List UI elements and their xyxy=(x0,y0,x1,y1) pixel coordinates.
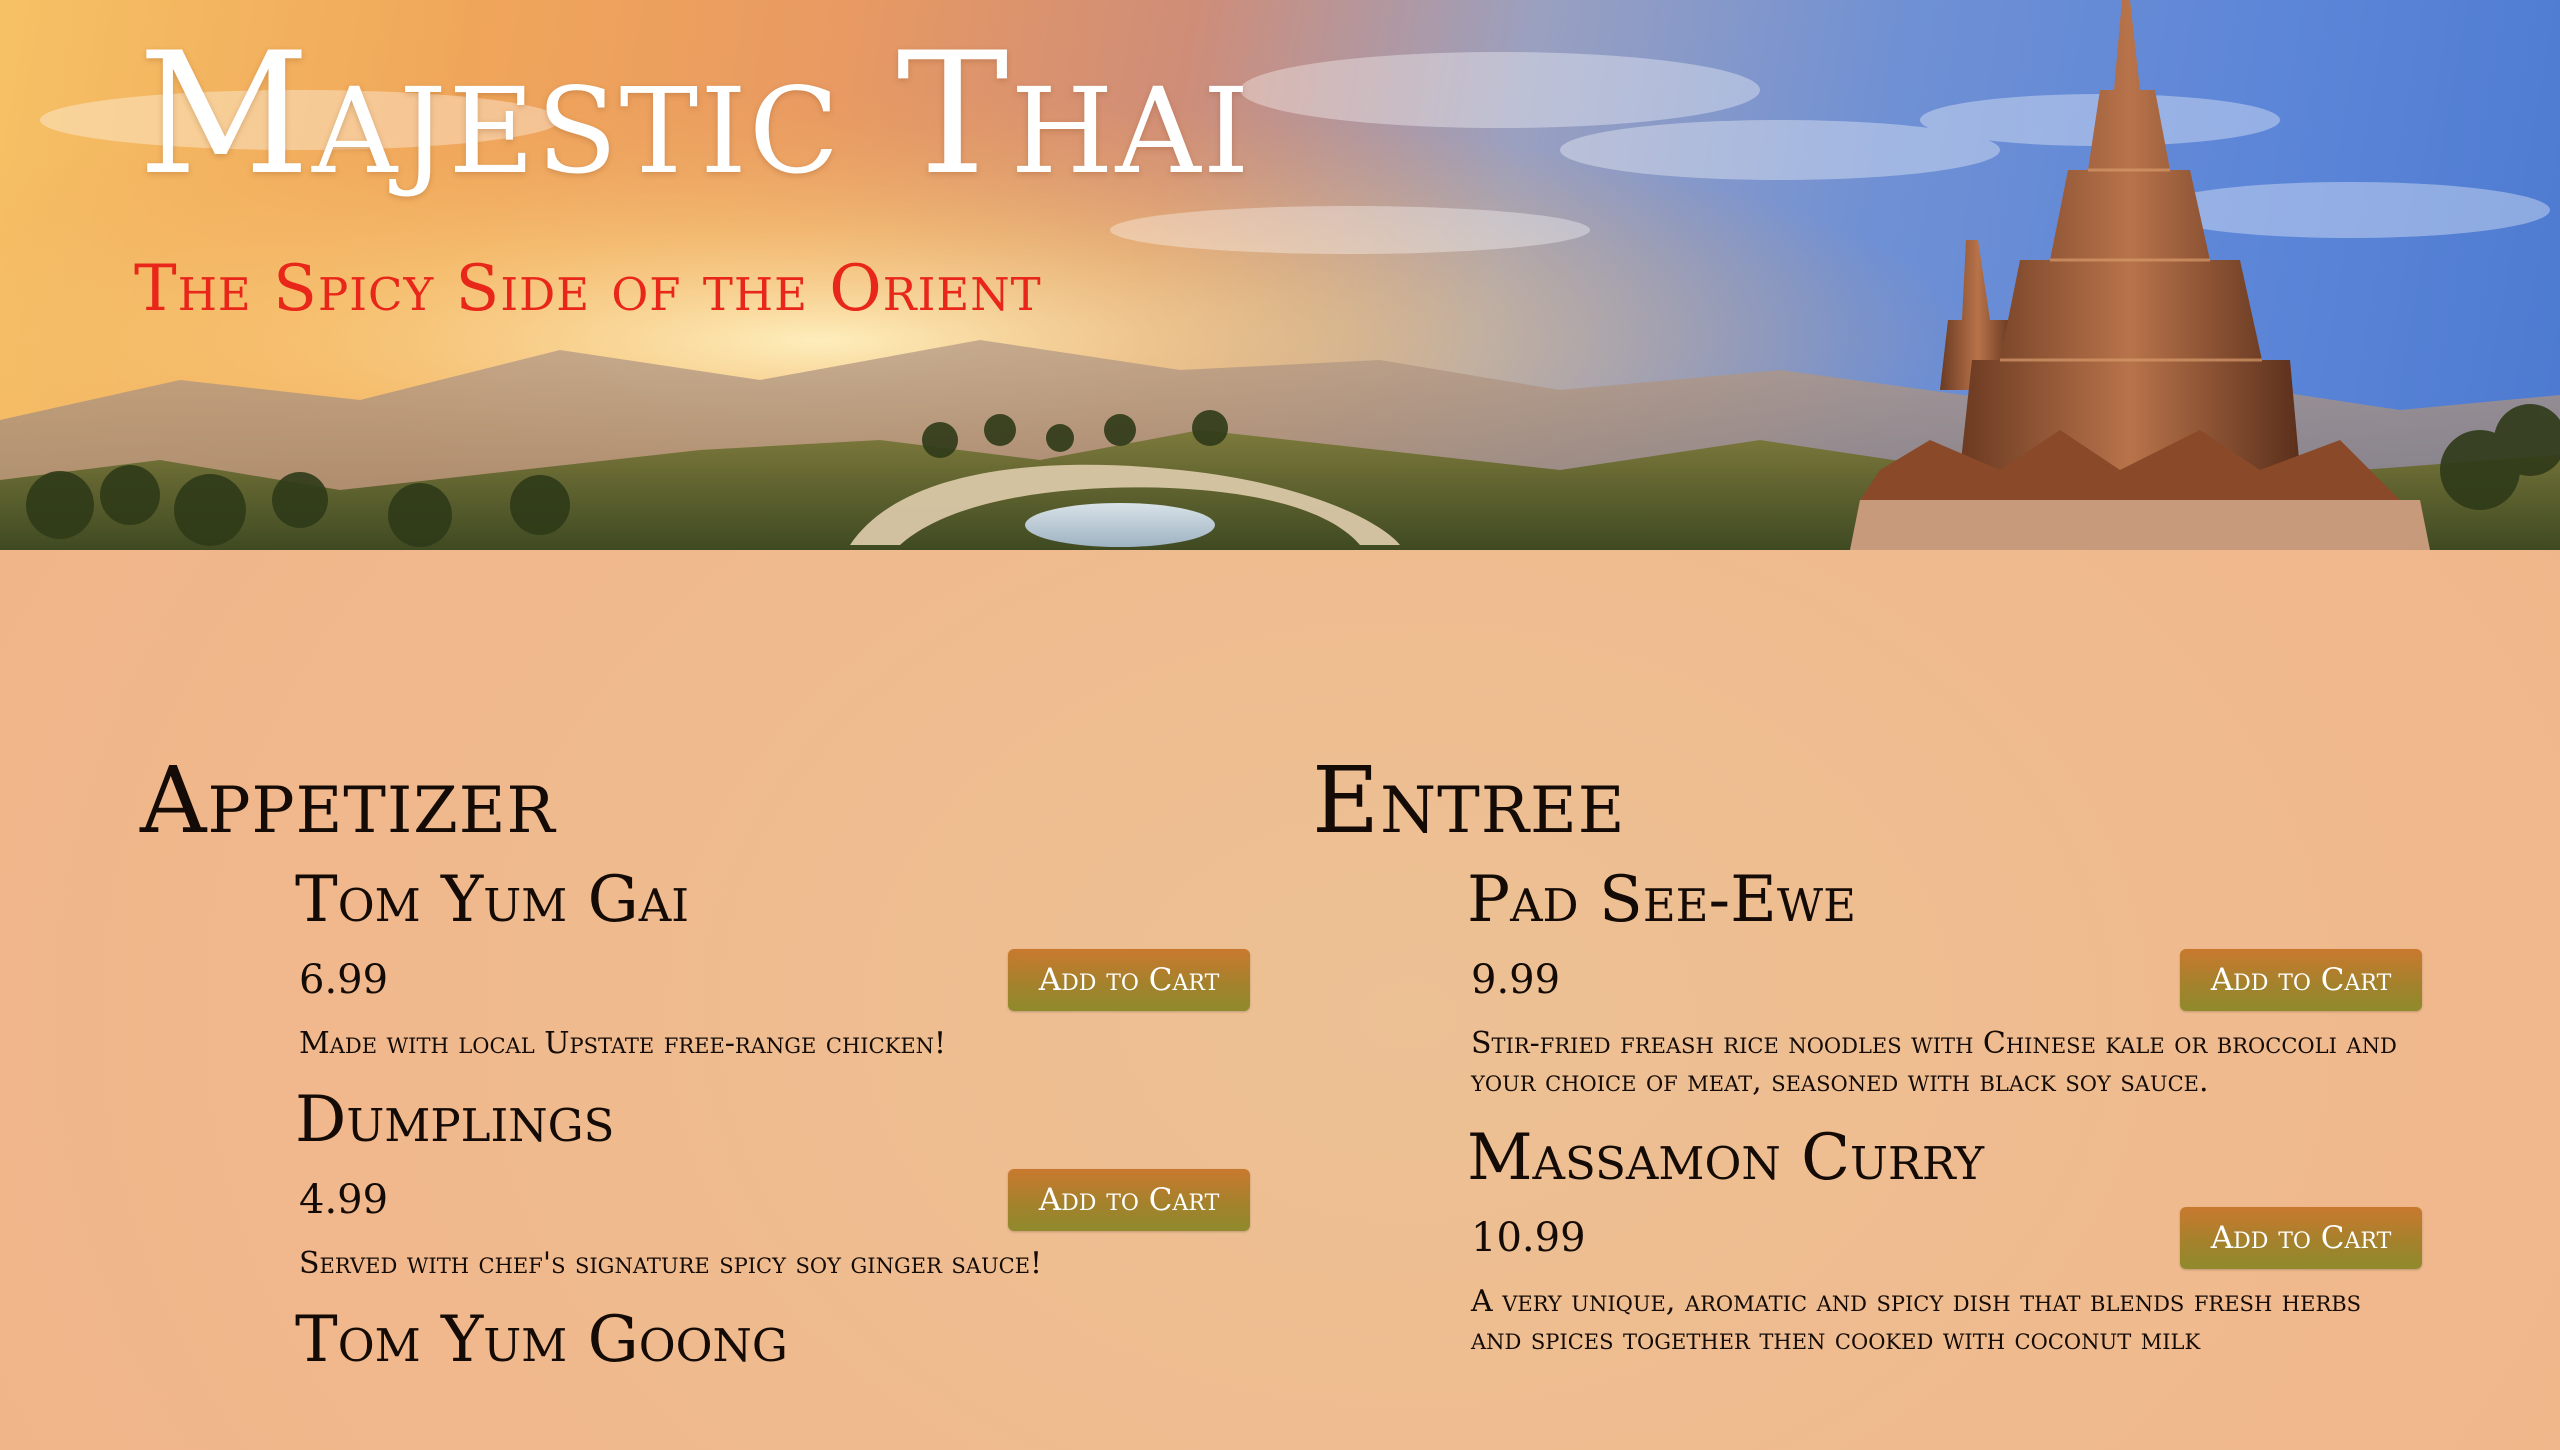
site-title: Majestic Thai xyxy=(138,16,1252,212)
price-row: 10.99 Add to Cart xyxy=(1467,1206,2422,1269)
entree-section: Entree Pad See-Ewe 9.99 Add to Cart Stir… xyxy=(1312,750,2422,1381)
hero-banner: Majestic Thai The Spicy Side of the Orie… xyxy=(0,0,2560,550)
item-price: 6.99 xyxy=(299,956,389,1003)
item-description: Made with local Upstate free-range chick… xyxy=(299,1025,947,1061)
item-name: Dumplings xyxy=(295,1082,615,1157)
menu-item: Tom Yum Goong xyxy=(295,1302,1250,1377)
item-description: Served with chef's signature spicy soy g… xyxy=(299,1245,1043,1281)
add-to-cart-button[interactable]: Add to Cart xyxy=(2180,1206,2422,1269)
item-description: A very unique, aromatic and spicy dish t… xyxy=(1471,1283,2362,1357)
section-title: Entree xyxy=(1312,747,1626,854)
item-price: 4.99 xyxy=(299,1176,389,1223)
menu-item: Pad See-Ewe 9.99 Add to Cart Stir-fried … xyxy=(1467,865,2422,1101)
item-price: 10.99 xyxy=(1471,1214,1586,1261)
menu-area: Appetizer Tom Yum Gai 6.99 Add to Cart M… xyxy=(0,550,2560,1450)
menu-item: Dumplings 4.99 Add to Cart Served with c… xyxy=(295,1082,1250,1283)
item-description: Stir-fried freash rice noodles with Chin… xyxy=(1471,1025,2397,1099)
item-name: Tom Yum Goong xyxy=(295,1302,788,1377)
add-to-cart-button[interactable]: Add to Cart xyxy=(2180,948,2422,1011)
appetizer-items: Tom Yum Gai 6.99 Add to Cart Made with l… xyxy=(295,865,1250,1376)
appetizer-section: Appetizer Tom Yum Gai 6.99 Add to Cart M… xyxy=(140,750,1250,1398)
site-tagline: The Spicy Side of the Orient xyxy=(134,252,1042,326)
section-title: Appetizer xyxy=(140,747,556,854)
add-to-cart-button[interactable]: Add to Cart xyxy=(1008,1168,1250,1231)
price-row: 9.99 Add to Cart xyxy=(1467,948,2422,1011)
item-name: Tom Yum Gai xyxy=(295,863,689,938)
menu-item: Tom Yum Gai 6.99 Add to Cart Made with l… xyxy=(295,865,1250,1063)
item-name: Pad See-Ewe xyxy=(1467,863,1856,938)
item-price: 9.99 xyxy=(1471,956,1561,1003)
add-to-cart-button[interactable]: Add to Cart xyxy=(1008,948,1250,1011)
price-row: 6.99 Add to Cart xyxy=(295,948,1250,1011)
item-name: Massamon Curry xyxy=(1467,1120,1985,1195)
price-row: 4.99 Add to Cart xyxy=(295,1168,1250,1231)
menu-item: Massamon Curry 10.99 Add to Cart A very … xyxy=(1467,1120,2422,1359)
entree-items: Pad See-Ewe 9.99 Add to Cart Stir-fried … xyxy=(1467,865,2422,1358)
